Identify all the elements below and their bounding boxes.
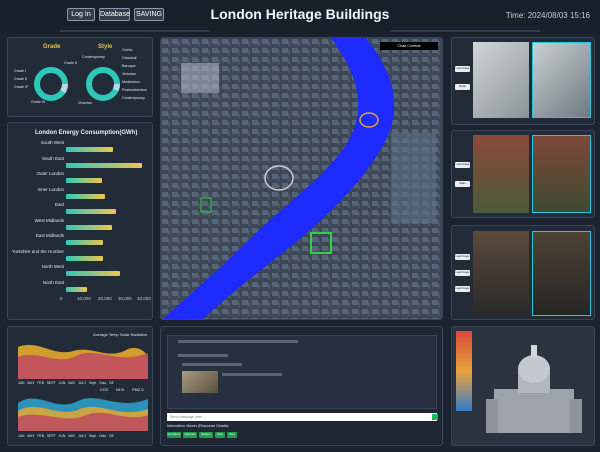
bar-label: North East: [42, 279, 64, 285]
chat-thumbnail[interactable]: [182, 371, 218, 393]
restore-button[interactable]: Restore: [199, 432, 213, 438]
bar-label: East: [54, 202, 64, 207]
bar[interactable]: [66, 209, 117, 214]
image-panel-3: Load Image Load Image Load Image: [451, 225, 595, 320]
send-icon[interactable]: [432, 414, 438, 420]
style-label-victorian: Victorian: [78, 101, 92, 105]
bar[interactable]: [66, 193, 105, 199]
grade-label-4: Grade III: [31, 100, 45, 104]
grade-label-5: Grade II: [64, 61, 77, 65]
prediction-image-2: [532, 135, 591, 213]
prediction-image-3: [532, 231, 591, 316]
energy-chart-title: London Energy Consumption(GWh): [35, 130, 138, 136]
image-panel-2: Load Image Make Predict: [451, 130, 595, 218]
bar[interactable]: [66, 286, 87, 292]
map-3d-view[interactable]: Close Controls: [160, 37, 443, 320]
make-predict-button[interactable]: Make Predict: [455, 181, 470, 191]
legend-co2: CO2: [100, 387, 109, 392]
grade-label-3: Grade II*: [14, 85, 29, 89]
style-legend-baroque: Baroque: [122, 64, 136, 68]
chat-panel: Send message here... Information Viewer …: [160, 326, 443, 446]
climate-chart-panel: Average Temp Solar Radiation CO2 NH3 PM2…: [7, 326, 153, 446]
style-legend-modernism: Modernism: [122, 80, 140, 84]
grade-label-2: Grade II: [14, 77, 27, 81]
bar[interactable]: [66, 255, 103, 261]
heatmap-legend: [456, 331, 472, 411]
gen-recon-button[interactable]: Gen Recon: [167, 432, 181, 438]
grade-label-1: Grade I: [14, 69, 26, 73]
style-legend-postmodernism: Postmodernism: [122, 88, 147, 92]
bar-label: South East: [41, 155, 64, 161]
source-image-2: [473, 135, 529, 213]
load-image-button-5[interactable]: Load Image: [455, 286, 470, 292]
x-tick-4: 40,000: [137, 296, 151, 301]
x-tick-1: 10,000: [77, 296, 91, 301]
x-tick-0: 0: [60, 296, 63, 301]
bar[interactable]: [66, 147, 114, 152]
login-button[interactable]: Log In: [67, 8, 95, 21]
bar-label: North West: [41, 264, 64, 269]
load-image-button-2[interactable]: Load Image: [455, 162, 470, 168]
month-axis-bottom: JAN MAY FEB SEPT JUN MAY JULY Sept Octo …: [18, 434, 114, 438]
bar[interactable]: [66, 162, 142, 168]
page-title: London Heritage Buildings: [210, 6, 390, 22]
close-controls-button[interactable]: Close Controls: [380, 42, 438, 50]
bar-label: Yorkshire and the Humber: [11, 248, 64, 254]
pass-button[interactable]: Pass: [215, 432, 225, 438]
load-image-button-1[interactable]: Load Image: [455, 66, 470, 72]
style-legend-contemporary: Contemporary: [122, 96, 145, 100]
load-image-button-4[interactable]: Load Image: [455, 270, 470, 276]
header-bar: Log In Database SAVING London Heritage B…: [0, 0, 600, 34]
bar[interactable]: [66, 178, 102, 183]
chat-message-line-3: [182, 363, 242, 366]
source-image-3: [473, 231, 529, 316]
bar-label: South West: [40, 140, 64, 145]
month-axis-top: JAN MAY FEB SEPT JUN MAY JULY Sept Octo …: [18, 381, 114, 385]
energy-chart-panel: London Energy Consumption(GWh) South Wes…: [7, 122, 153, 320]
legend-pm25: PM2.5: [132, 387, 144, 392]
style-legend-classical: Classical: [122, 56, 137, 60]
chat-history[interactable]: [167, 335, 437, 409]
chat-message-line-2: [178, 354, 228, 357]
style-label-contemporary: Contemporary: [82, 55, 105, 59]
load-image-button-3[interactable]: Load Image: [455, 254, 470, 260]
grade-donut: [34, 67, 68, 101]
chat-message-line-4: [222, 373, 282, 376]
bar[interactable]: [66, 271, 121, 276]
bar-label: East Midlands: [35, 233, 64, 238]
bar[interactable]: [66, 224, 113, 230]
map-scene[interactable]: [161, 38, 443, 320]
image-panel-1: Load Image Model Predict: [451, 37, 595, 125]
cathedral-model-view[interactable]: [474, 333, 592, 441]
time-display: Time: 2024/08/03 15:16: [505, 11, 590, 20]
header-divider-left: [60, 30, 210, 32]
model-3d-panel: [451, 326, 595, 446]
source-image-1: [473, 42, 529, 118]
chat-input[interactable]: Send message here...: [167, 413, 437, 421]
chat-message-line-1: [178, 340, 298, 343]
legend-nh3: NH3: [116, 387, 125, 392]
saving-button[interactable]: SAVING: [134, 8, 164, 21]
style-legend-victorian: Victorian: [122, 72, 136, 76]
bar[interactable]: [66, 240, 103, 245]
generate-button[interactable]: Generate: [183, 432, 197, 438]
bar-label: West Midlands: [34, 217, 64, 223]
chat-footer-label: Information Viewer (Response Details): [167, 424, 229, 428]
style-legend-gothic: Gothic: [122, 48, 133, 52]
next-button[interactable]: Next: [227, 432, 237, 438]
style-donut: [86, 67, 120, 101]
model-predict-button[interactable]: Model Predict: [455, 84, 470, 94]
grade-style-panel: Grade Style Grade I Grade II Grade II* G…: [7, 37, 153, 117]
x-tick-2: 20,000: [98, 296, 112, 301]
database-button[interactable]: Database: [99, 8, 130, 21]
bar-label: Inner London: [37, 186, 64, 192]
bar-label: Outer London: [36, 171, 64, 176]
header-divider-right: [390, 30, 540, 32]
prediction-image-1: [532, 42, 591, 118]
x-tick-3: 30,000: [118, 296, 132, 301]
